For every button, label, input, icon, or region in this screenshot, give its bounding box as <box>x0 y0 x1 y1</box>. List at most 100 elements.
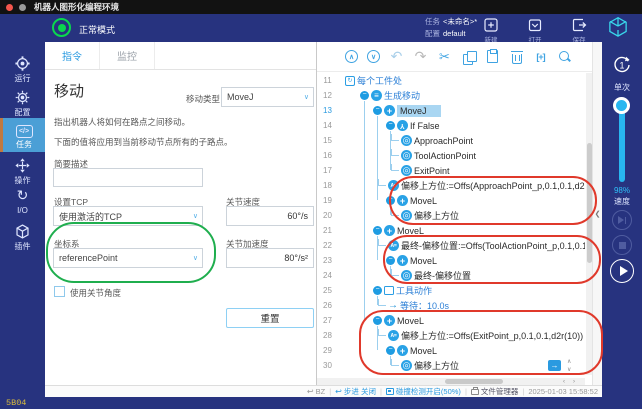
line-number: 26 <box>317 298 338 313</box>
panel-splitter[interactable]: ❮ <box>592 42 602 385</box>
collapse-node-icon[interactable]: − <box>371 286 384 295</box>
step-button[interactable] <box>612 210 632 230</box>
tree-row-29[interactable]: −+MoveL <box>339 343 585 358</box>
scroll-down-icon[interactable]: ∨ <box>567 367 571 373</box>
tree-row-19[interactable]: −+MoveL <box>339 193 585 208</box>
tree-row-11[interactable]: ↻每个工件处 <box>339 73 585 88</box>
tab-monitor[interactable]: 监控 <box>100 42 155 69</box>
horizontal-scroll-thumb[interactable] <box>445 379 503 384</box>
speed-slider-knob[interactable] <box>613 97 630 114</box>
tree-row-label: 等待：10.0s <box>400 299 449 312</box>
tree-row-20[interactable]: ◎偏移上方位 <box>339 208 585 223</box>
tree-row-22[interactable]: A=最终-偏移位置:=Offs(ToolActionPoint_p,0.1,0.… <box>339 238 585 253</box>
play-button[interactable] <box>610 259 634 283</box>
tree-row-21[interactable]: −+MoveL <box>339 223 585 238</box>
close-window-icon[interactable] <box>6 4 13 11</box>
tree-row-28[interactable]: A=偏移上方位:=Offs(ExitPoint_p,0.1,0.1,d2r(10… <box>339 328 585 343</box>
open-button[interactable]: 打开 <box>517 17 553 44</box>
file-manager-button[interactable]: 文件管理器 <box>471 386 519 397</box>
tree-connector <box>391 149 399 156</box>
sync-icon: ↻ <box>17 187 29 204</box>
tree-row-label: ApproachPoint <box>414 136 473 146</box>
waypoint-icon: ◎ <box>401 135 412 146</box>
sidebar-item-config[interactable]: 配置 <box>0 87 45 121</box>
wait-arrow-icon: → <box>388 300 398 311</box>
tree-connector <box>378 299 386 306</box>
collision-detection-status[interactable]: 碰撞检测开启(50%) <box>386 386 461 397</box>
collapse-node-icon[interactable]: − <box>384 121 397 130</box>
copy-icon[interactable] <box>461 49 476 64</box>
run-control-panel: 1 单次 98% 速度 <box>602 42 642 397</box>
tree-row-16[interactable]: ◎ToolActionPoint <box>339 148 585 163</box>
assign-icon: A= <box>388 330 399 341</box>
tree-row-13[interactable]: −+MoveJ <box>339 103 585 118</box>
bottom-strip: 5B04 <box>0 397 642 409</box>
delete-icon[interactable] <box>509 49 524 64</box>
minimize-window-icon[interactable] <box>19 4 26 11</box>
sidebar-item-operate[interactable]: 操作 <box>0 155 45 189</box>
collapse-node-icon[interactable]: − <box>358 91 371 100</box>
tree-row-17[interactable]: ◎ExitPoint <box>339 163 585 178</box>
joint-speed-input[interactable]: 60°/s <box>226 206 314 226</box>
cut-icon[interactable]: ✂ <box>437 49 452 64</box>
tree-row-30[interactable]: ◎偏移上方位 → <box>339 358 585 373</box>
tree-row-14[interactable]: −YIf False <box>339 118 585 133</box>
redo-icon[interactable]: ↷ <box>413 49 428 64</box>
scroll-up-icon[interactable]: ∧ <box>567 359 571 365</box>
tab-instruction[interactable]: 指令 <box>45 42 100 69</box>
tcp-select[interactable]: 使用激活的TCP <box>53 206 203 226</box>
collapse-node-icon[interactable]: − <box>371 226 384 235</box>
tree-row-25[interactable]: −工具动作 <box>339 283 585 298</box>
tree-row-18[interactable]: A=偏移上方位:=Offs(ApproachPoint_p,0.1,0.1,d2… <box>339 178 585 193</box>
tree-horizontal-scrollbar[interactable] <box>317 378 585 385</box>
tree-row-23[interactable]: −+MoveL <box>339 253 585 268</box>
use-joint-angle-checkbox[interactable] <box>54 286 65 297</box>
single-run-mode[interactable]: 1 单次 <box>602 54 642 93</box>
tree-row-label: 偏移上方位 <box>414 359 459 372</box>
move-type-label: 移动类型 <box>186 93 220 105</box>
step-mode-status[interactable]: ↩步进 关闭 <box>335 386 376 397</box>
search-icon[interactable] <box>557 49 572 64</box>
collapse-node-icon[interactable]: − <box>371 316 384 325</box>
tree-row-24[interactable]: ◎最终-偏移位置 <box>339 268 585 283</box>
sidebar-item-run[interactable]: 运行 <box>0 53 45 87</box>
line-number: 18 <box>317 178 338 193</box>
collapse-node-icon[interactable]: − <box>371 106 384 115</box>
branch-icon: Y <box>397 120 408 131</box>
tree-row-label: 最终-偏移位置 <box>414 269 471 282</box>
tree-row-27[interactable]: −+MoveL <box>339 313 585 328</box>
joint-accel-input[interactable]: 80°/s² <box>226 248 314 268</box>
replace-icon[interactable]: [+] <box>533 49 548 64</box>
move-icon: + <box>384 315 395 326</box>
tool-icon <box>384 286 394 295</box>
collapse-node-icon[interactable]: − <box>384 256 397 265</box>
sidebar-item-task[interactable]: </>任务 <box>0 118 45 152</box>
waypoint-icon: ◎ <box>401 360 412 371</box>
tree-row-label: 最终-偏移位置:=Offs(ToolActionPoint_p,0.1,0.1,… <box>401 239 585 252</box>
app-window: 机器人图形化编程环境 正常模式 任务<未命名>* 配置default 新建打开保… <box>0 0 642 409</box>
move-type-select[interactable]: MoveJ <box>221 87 314 107</box>
execution-pointer-icon[interactable]: → <box>548 360 561 371</box>
collapse-panel-icon[interactable]: ❮ <box>595 210 601 218</box>
expand-all-icon[interactable]: ∨ <box>367 50 380 63</box>
save-button[interactable]: 保存 <box>561 17 597 44</box>
tree-row-15[interactable]: ◎ApproachPoint <box>339 133 585 148</box>
brief-description-input[interactable] <box>53 168 203 187</box>
open-file-icon <box>517 17 553 33</box>
collapse-all-icon[interactable]: ∧ <box>345 50 358 63</box>
sidebar-item-io[interactable]: ↻I/O <box>0 185 45 219</box>
tree-connector <box>378 239 386 246</box>
speed-slider[interactable] <box>619 100 625 182</box>
sidebar-item-plugin[interactable]: 插件 <box>0 221 45 255</box>
undo-icon[interactable]: ↶ <box>389 49 404 64</box>
tree-row-26[interactable]: →等待：10.0s <box>339 298 585 313</box>
play-icon <box>620 266 628 276</box>
tree-row-12[interactable]: −≡生成移动 <box>339 88 585 103</box>
collapse-node-icon[interactable]: − <box>384 196 397 205</box>
collapse-node-icon[interactable]: − <box>384 346 397 355</box>
frame-select[interactable]: referencePoint <box>53 248 203 268</box>
new-button[interactable]: 新建 <box>473 17 509 44</box>
reset-button[interactable]: 重置 <box>226 308 314 328</box>
paste-icon[interactable] <box>485 49 500 64</box>
stop-button[interactable] <box>612 235 632 255</box>
